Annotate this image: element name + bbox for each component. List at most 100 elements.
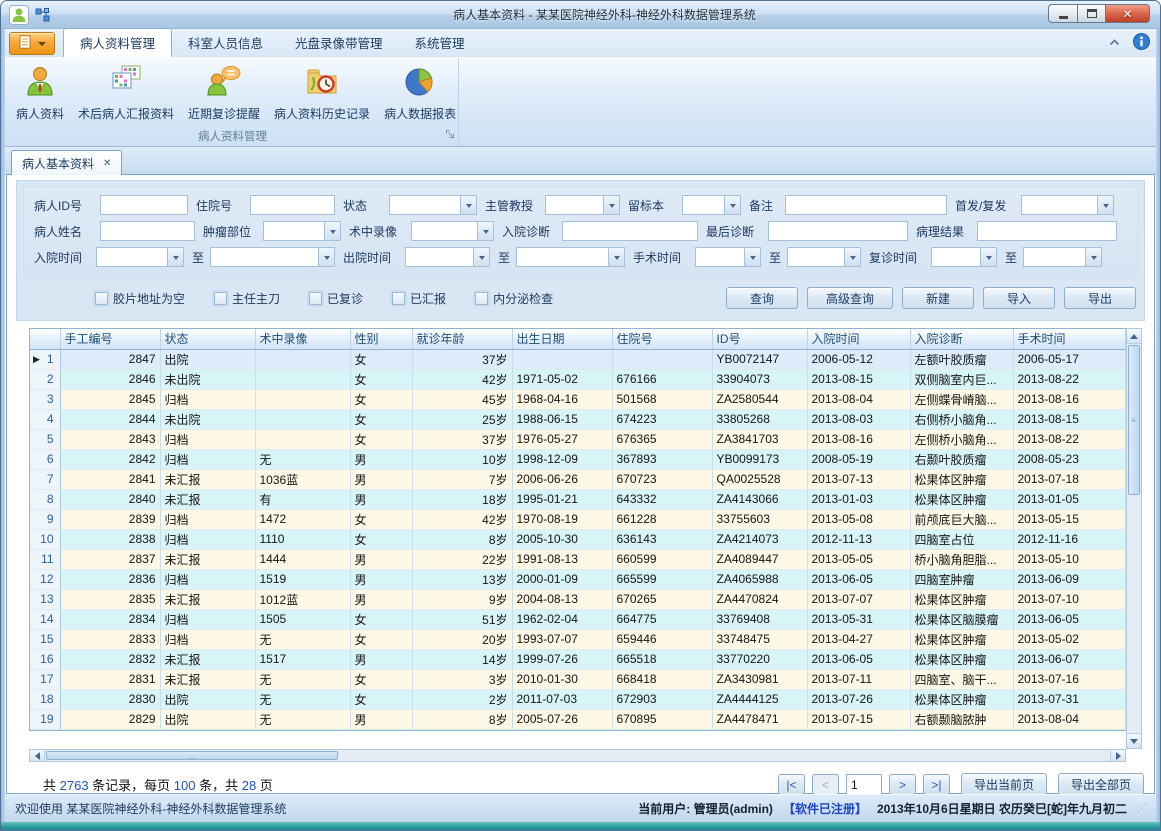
checkbox-已复诊[interactable]: 已复诊 (309, 290, 363, 307)
filter-combo-留标本[interactable] (682, 195, 741, 215)
column-header-手工编号[interactable]: 手工编号 (60, 329, 160, 349)
table-row[interactable]: 182830出院无女2岁2011-07-03672903ZA4444125201… (30, 689, 1125, 709)
column-header-就诊年龄[interactable]: 就诊年龄 (412, 329, 512, 349)
filter-combo-首发/复发[interactable] (1021, 195, 1114, 215)
column-header-状态[interactable]: 状态 (160, 329, 255, 349)
button-导出[interactable]: 导出 (1064, 287, 1136, 309)
column-header-入院诊断[interactable]: 入院诊断 (910, 329, 1013, 349)
ribbon-action-button[interactable]: 病人资料历史记录 (267, 61, 377, 125)
scroll-up-icon[interactable] (1127, 329, 1141, 344)
table-row[interactable]: 112837未汇报1444男22岁1991-08-13660599ZA40894… (30, 549, 1125, 569)
table-row[interactable]: 42844未出院女25岁1988-06-15674223338052682013… (30, 409, 1125, 429)
filter-input-病人ID号[interactable] (100, 195, 188, 215)
ribbon-action-button[interactable]: 病人数据报表 (377, 61, 463, 125)
table-row[interactable]: 172831未汇报无女3岁2010-01-30668418ZA343098120… (30, 669, 1125, 689)
resize-grip-icon[interactable]: ⋰ (1137, 803, 1146, 814)
button-查询[interactable]: 查询 (726, 287, 798, 309)
table-row[interactable]: 52843归档女37岁1976-05-27676365ZA38417032013… (30, 429, 1125, 449)
table-row[interactable]: 82840未汇报有男18岁1995-01-21643332ZA414306620… (30, 489, 1125, 509)
filter-combo-至[interactable] (516, 247, 625, 267)
filter-combo-主管教授[interactable] (545, 195, 620, 215)
page-input[interactable] (846, 774, 882, 795)
app-menu-button[interactable] (9, 32, 55, 55)
checkbox-box[interactable] (392, 292, 405, 305)
ribbon-action-button[interactable]: 近期复诊提醒 (181, 61, 267, 125)
filter-input-备注[interactable] (785, 195, 947, 215)
table-row[interactable]: 22846未出院女42岁1971-05-02676166339040732013… (30, 369, 1125, 389)
table-row[interactable]: 102838归档1110女8岁2005-10-30636143ZA4214073… (30, 529, 1125, 549)
horizontal-scrollbar[interactable]: ... (29, 749, 1126, 762)
filter-combo-至[interactable] (1023, 247, 1102, 267)
button-导出当前页[interactable]: 导出当前页 (961, 773, 1047, 796)
vertical-scrollbar[interactable]: ≡ (1126, 328, 1142, 749)
filter-combo-复诊时间[interactable] (931, 247, 997, 267)
table-row[interactable]: 32845归档女45岁1968-04-16501568ZA25805442013… (30, 389, 1125, 409)
column-header-入院时间[interactable]: 入院时间 (807, 329, 910, 349)
ribbon-tab-1[interactable]: 科室人员信息 (172, 29, 279, 57)
table-row[interactable]: 1▶2847出院女37岁YB00721472006-05-12左额叶胶质瘤200… (30, 349, 1125, 369)
table-row[interactable]: 62842归档无男10岁1998-12-09367893YB0099173200… (30, 449, 1125, 469)
checkbox-内分泌检查[interactable]: 内分泌检查 (475, 290, 553, 307)
filter-input-病理结果[interactable] (977, 221, 1117, 241)
info-icon[interactable] (1133, 33, 1150, 53)
table-row[interactable]: 192829出院无男8岁2005-07-26670895ZA4478471201… (30, 709, 1125, 729)
table-row[interactable]: 92839归档1472女42岁1970-08-19661228337556032… (30, 509, 1125, 529)
filter-combo-肿瘤部位[interactable] (263, 221, 341, 241)
button-高级查询[interactable]: 高级查询 (807, 287, 893, 309)
prev-page-button[interactable]: < (812, 774, 839, 795)
filter-combo-手术时间[interactable] (695, 247, 761, 267)
table-row[interactable]: 72841未汇报1036蓝男7岁2006-06-26670723QA002552… (30, 469, 1125, 489)
checkbox-box[interactable] (309, 292, 322, 305)
document-tab-patient-basic-data[interactable]: 病人基本资料 ✕ (11, 150, 122, 175)
filter-combo-状态[interactable] (389, 195, 477, 215)
table-row[interactable]: 162832未汇报1517男14岁1999-07-266655183377022… (30, 649, 1125, 669)
group-dialog-launcher-icon[interactable] (445, 129, 455, 142)
ribbon-tab-3[interactable]: 系统管理 (399, 29, 481, 57)
column-header-住院号[interactable]: 住院号 (612, 329, 712, 349)
first-page-button[interactable]: |< (778, 774, 805, 795)
checkbox-box[interactable] (475, 292, 488, 305)
button-新建[interactable]: 新建 (902, 287, 974, 309)
next-page-button[interactable]: > (889, 774, 916, 795)
horizontal-scroll-thumb[interactable]: ... (46, 751, 338, 760)
button-导入[interactable]: 导入 (983, 287, 1055, 309)
close-button[interactable]: ✕ (1106, 4, 1150, 23)
checkbox-主任主刀[interactable]: 主任主刀 (214, 290, 280, 307)
vertical-scroll-thumb[interactable]: ≡ (1128, 345, 1140, 495)
filter-combo-术中录像[interactable] (411, 221, 494, 241)
scroll-left-icon[interactable] (30, 750, 45, 761)
column-header-出生日期[interactable]: 出生日期 (512, 329, 612, 349)
maximize-button[interactable] (1078, 4, 1106, 23)
tab-close-icon[interactable]: ✕ (103, 158, 111, 169)
filter-combo-至[interactable] (787, 247, 861, 267)
status-registered-link[interactable]: 【软件已注册】 (783, 800, 867, 817)
row-indicator-header[interactable] (30, 329, 60, 349)
table-row[interactable]: 132835未汇报1012蓝男9岁2004-08-13670265ZA44708… (30, 589, 1125, 609)
table-row[interactable]: 152833归档无女20岁1993-07-0765944633748475201… (30, 629, 1125, 649)
checkbox-box[interactable] (214, 292, 227, 305)
column-header-ID号[interactable]: ID号 (712, 329, 807, 349)
ribbon-tab-2[interactable]: 光盘录像带管理 (279, 29, 399, 57)
scroll-right-icon[interactable] (1110, 750, 1125, 761)
ribbon-action-button[interactable]: 病人资料 (9, 61, 71, 125)
minimize-button[interactable] (1048, 4, 1078, 23)
filter-input-最后诊断[interactable] (768, 221, 908, 241)
button-导出全部页[interactable]: 导出全部页 (1058, 773, 1144, 796)
collapse-ribbon-icon[interactable] (1108, 36, 1121, 50)
filter-input-住院号[interactable] (250, 195, 335, 215)
column-header-性别[interactable]: 性别 (350, 329, 412, 349)
table-row[interactable]: 122836归档1519男13岁2000-01-09665599ZA406598… (30, 569, 1125, 589)
column-header-手术时间[interactable]: 手术时间 (1013, 329, 1125, 349)
last-page-button[interactable]: >| (923, 774, 950, 795)
filter-combo-出院时间[interactable] (405, 247, 490, 267)
quick-access-icon[interactable] (35, 7, 51, 23)
filter-input-入院诊断[interactable] (562, 221, 698, 241)
checkbox-box[interactable] (95, 292, 108, 305)
ribbon-tab-0[interactable]: 病人资料管理 (63, 28, 172, 57)
checkbox-胶片地址为空[interactable]: 胶片地址为空 (95, 290, 185, 307)
ribbon-action-button[interactable]: 术后病人汇报资料 (71, 61, 181, 125)
filter-combo-至[interactable] (210, 247, 335, 267)
scroll-down-icon[interactable] (1127, 733, 1141, 748)
table-row[interactable]: 142834归档1505女51岁1962-02-0466477533769408… (30, 609, 1125, 629)
filter-input-病人姓名[interactable] (100, 221, 195, 241)
